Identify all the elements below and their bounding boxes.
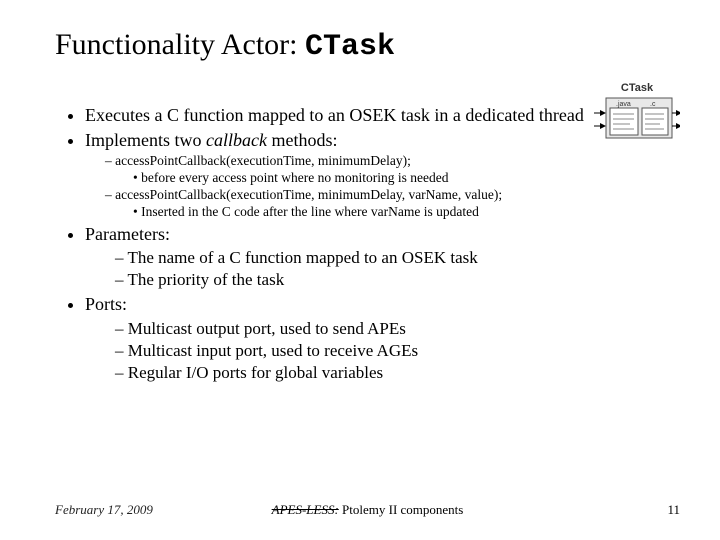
footer: February 17, 2009 APES-LESS: Ptolemy II … bbox=[55, 502, 680, 518]
callback-2: accessPointCallback(executionTime, minim… bbox=[105, 187, 585, 204]
parameters-list: The name of a C function mapped to an OS… bbox=[85, 247, 585, 291]
footer-center: APES-LESS: Ptolemy II components bbox=[272, 502, 464, 518]
param-1: The name of a C function mapped to an OS… bbox=[115, 247, 585, 269]
diagram-right-label: .c bbox=[650, 101, 656, 108]
title-prefix: Functionality Actor: bbox=[55, 28, 305, 61]
param-2: The priority of the task bbox=[115, 269, 585, 291]
footer-page: 11 bbox=[667, 502, 680, 518]
bullet-implements: Implements two callback methods: accessP… bbox=[85, 129, 585, 221]
slide-title: Functionality Actor: CTask bbox=[55, 28, 680, 64]
callback-2-sub: Inserted in the C code after the line wh… bbox=[105, 204, 585, 221]
bullet-parameters: Parameters: The name of a C function map… bbox=[85, 223, 585, 292]
title-code: CTask bbox=[305, 30, 395, 64]
port-2: Multicast input port, used to receive AG… bbox=[115, 340, 585, 362]
b2-em: callback bbox=[206, 130, 267, 150]
b2-post: methods: bbox=[267, 130, 338, 150]
callback-2-detail: Inserted in the C code after the line wh… bbox=[133, 204, 585, 221]
footer-rest: Ptolemy II components bbox=[339, 502, 464, 517]
port-3: Regular I/O ports for global variables bbox=[115, 362, 585, 384]
port-1: Multicast output port, used to send APEs bbox=[115, 318, 585, 340]
callback-1-sub: before every access point where no monit… bbox=[105, 170, 585, 187]
parameters-label: Parameters: bbox=[85, 224, 170, 244]
footer-strike: APES-LESS: bbox=[272, 502, 339, 517]
main-list: Executes a C function mapped to an OSEK … bbox=[55, 104, 585, 384]
ports-list: Multicast output port, used to send APEs… bbox=[85, 318, 585, 384]
bullet-ports: Ports: Multicast output port, used to se… bbox=[85, 293, 585, 384]
diagram-svg: .java .c bbox=[594, 96, 680, 140]
footer-date: February 17, 2009 bbox=[55, 502, 153, 518]
callback-1: accessPointCallback(executionTime, minim… bbox=[105, 153, 585, 170]
callback-1-detail: before every access point where no monit… bbox=[133, 170, 585, 187]
diagram-left-label: .java bbox=[616, 101, 631, 108]
ports-label: Ports: bbox=[85, 294, 127, 314]
callback-list: accessPointCallback(executionTime, minim… bbox=[85, 153, 585, 221]
ctask-diagram: CTask .java .c bbox=[594, 82, 680, 145]
bullet-executes: Executes a C function mapped to an OSEK … bbox=[85, 104, 585, 127]
slide: Functionality Actor: CTask CTask .java .… bbox=[0, 0, 720, 540]
b2-pre: Implements two bbox=[85, 130, 206, 150]
diagram-caption: CTask bbox=[594, 82, 680, 94]
